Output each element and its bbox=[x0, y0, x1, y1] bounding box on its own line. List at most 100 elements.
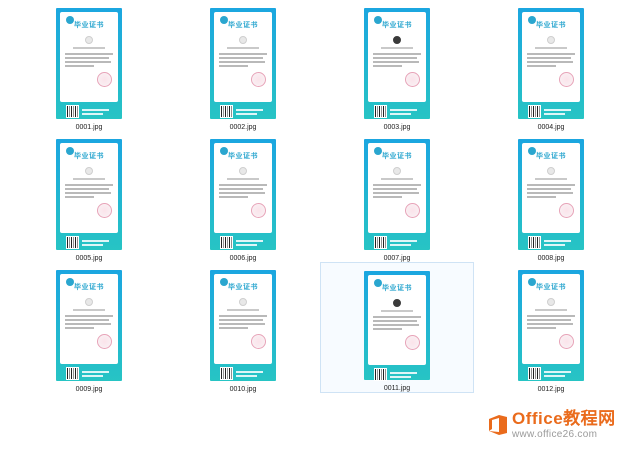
certificate-footer bbox=[60, 236, 118, 251]
image-thumbnail[interactable]: 毕业证书 bbox=[210, 8, 276, 119]
watermark-text: Office教程网 www.office26.com bbox=[512, 410, 616, 440]
qr-code-icon bbox=[66, 105, 79, 118]
student-name-line bbox=[72, 309, 106, 311]
student-name-line bbox=[226, 309, 260, 311]
file-name-label: 0007.jpg bbox=[383, 255, 411, 262]
image-thumbnail[interactable]: 毕业证书 bbox=[364, 8, 430, 119]
image-thumbnail[interactable]: 毕业证书 bbox=[518, 8, 584, 119]
image-thumbnail[interactable]: 毕业证书 bbox=[56, 270, 122, 381]
avatar-icon bbox=[547, 36, 555, 44]
qr-code-icon bbox=[528, 367, 541, 380]
certificate-footer bbox=[522, 236, 580, 251]
footer-text bbox=[544, 240, 574, 248]
file-tile[interactable]: 毕业证书 0004.jpg bbox=[474, 0, 628, 131]
student-name-line bbox=[226, 47, 260, 49]
certificate-title: 毕业证书 bbox=[382, 151, 412, 160]
file-name-label: 0004.jpg bbox=[537, 124, 565, 131]
certificate-footer bbox=[60, 367, 118, 382]
student-name-line bbox=[380, 47, 414, 49]
file-tile[interactable]: 毕业证书 0012.jpg bbox=[474, 262, 628, 393]
certificate-body-text bbox=[219, 53, 267, 69]
footer-text bbox=[544, 371, 574, 379]
qr-code-icon bbox=[528, 105, 541, 118]
certificate-title: 毕业证书 bbox=[228, 20, 258, 29]
image-thumbnail[interactable]: 毕业证书 bbox=[56, 8, 122, 119]
file-name-label: 0010.jpg bbox=[229, 386, 257, 393]
avatar-icon bbox=[85, 36, 93, 44]
certificate-footer bbox=[522, 105, 580, 120]
file-tile[interactable]: 毕业证书 0010.jpg bbox=[166, 262, 320, 393]
certificate-body-text bbox=[527, 53, 575, 69]
student-name-line bbox=[534, 178, 568, 180]
file-tile[interactable]: 毕业证书 0001.jpg bbox=[12, 0, 166, 131]
avatar-icon bbox=[393, 36, 401, 44]
student-name-line bbox=[226, 178, 260, 180]
image-thumbnail[interactable]: 毕业证书 bbox=[518, 270, 584, 381]
certificate-body-text bbox=[373, 316, 421, 332]
student-name-line bbox=[534, 309, 568, 311]
image-thumbnail[interactable]: 毕业证书 bbox=[364, 139, 430, 250]
qr-code-icon bbox=[66, 236, 79, 249]
footer-text bbox=[390, 109, 420, 117]
certificate-title: 毕业证书 bbox=[382, 283, 412, 292]
image-thumbnail[interactable]: 毕业证书 bbox=[56, 139, 122, 250]
avatar-icon bbox=[547, 298, 555, 306]
certificate-card: 毕业证书 bbox=[368, 275, 426, 365]
file-name-label: 0001.jpg bbox=[75, 124, 103, 131]
file-tile[interactable]: 毕业证书 0009.jpg bbox=[12, 262, 166, 393]
red-seal-icon bbox=[559, 72, 574, 87]
certificate-body-text bbox=[527, 184, 575, 200]
certificate-footer bbox=[214, 105, 272, 120]
certificate-card: 毕业证书 bbox=[214, 143, 272, 233]
certificate-footer bbox=[368, 368, 426, 383]
file-name-label: 0011.jpg bbox=[383, 385, 411, 392]
office-logo-icon bbox=[486, 414, 508, 436]
certificate-title: 毕业证书 bbox=[536, 20, 566, 29]
watermark: Office教程网 www.office26.com bbox=[486, 405, 636, 445]
file-tile[interactable]: 毕业证书 0003.jpg bbox=[320, 0, 474, 131]
file-tile[interactable]: 毕业证书 0002.jpg bbox=[166, 0, 320, 131]
file-name-label: 0012.jpg bbox=[537, 386, 565, 393]
avatar-icon bbox=[239, 36, 247, 44]
file-name-label: 0009.jpg bbox=[75, 386, 103, 393]
certificate-card: 毕业证书 bbox=[522, 12, 580, 102]
red-seal-icon bbox=[97, 203, 112, 218]
certificate-body-text bbox=[373, 53, 421, 69]
file-tile[interactable]: 毕业证书 0008.jpg bbox=[474, 131, 628, 262]
avatar-icon bbox=[85, 298, 93, 306]
certificate-footer bbox=[214, 236, 272, 251]
red-seal-icon bbox=[97, 334, 112, 349]
file-name-label: 0005.jpg bbox=[75, 255, 103, 262]
image-thumbnail[interactable]: 毕业证书 bbox=[210, 139, 276, 250]
file-tile[interactable]: 毕业证书 0006.jpg bbox=[166, 131, 320, 262]
file-tile[interactable]: 毕业证书 0011.jpg bbox=[320, 262, 474, 393]
image-thumbnail[interactable]: 毕业证书 bbox=[210, 270, 276, 381]
certificate-title: 毕业证书 bbox=[382, 20, 412, 29]
certificate-title: 毕业证书 bbox=[228, 282, 258, 291]
avatar-icon bbox=[393, 299, 401, 307]
certificate-body-text bbox=[219, 315, 267, 331]
image-thumbnail[interactable]: 毕业证书 bbox=[518, 139, 584, 250]
file-tile[interactable]: 毕业证书 0007.jpg bbox=[320, 131, 474, 262]
footer-text bbox=[390, 240, 420, 248]
qr-code-icon bbox=[374, 236, 387, 249]
footer-text bbox=[390, 372, 420, 380]
footer-text bbox=[82, 109, 112, 117]
certificate-title: 毕业证书 bbox=[74, 151, 104, 160]
certificate-title: 毕业证书 bbox=[228, 151, 258, 160]
certificate-card: 毕业证书 bbox=[368, 143, 426, 233]
certificate-card: 毕业证书 bbox=[368, 12, 426, 102]
file-name-label: 0003.jpg bbox=[383, 124, 411, 131]
certificate-body-text bbox=[527, 315, 575, 331]
certificate-card: 毕业证书 bbox=[522, 274, 580, 364]
student-name-line bbox=[380, 178, 414, 180]
avatar-icon bbox=[239, 167, 247, 175]
qr-code-icon bbox=[374, 105, 387, 118]
certificate-body-text bbox=[65, 53, 113, 69]
footer-text bbox=[82, 371, 112, 379]
certificate-footer bbox=[214, 367, 272, 382]
file-tile[interactable]: 毕业证书 0005.jpg bbox=[12, 131, 166, 262]
qr-code-icon bbox=[66, 367, 79, 380]
image-thumbnail[interactable]: 毕业证书 bbox=[364, 271, 430, 383]
student-name-line bbox=[72, 178, 106, 180]
